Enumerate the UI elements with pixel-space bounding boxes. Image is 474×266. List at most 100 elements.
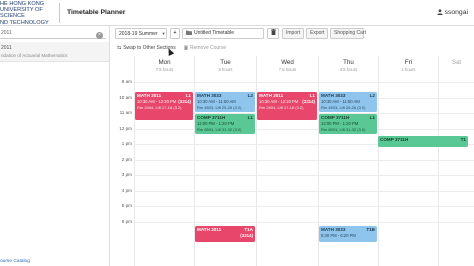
logo-line: UNIVERSITY OF SCIENCE xyxy=(0,7,43,20)
event-room: Rm 2404, Lift 17-18 (3.2) xyxy=(259,104,304,110)
day-name: Thu xyxy=(343,59,354,66)
chevron-down-icon: ▼ xyxy=(161,31,166,36)
weekly-calendar: 9 am 10 am 11 am 12 pm 1 pm 2 pm 3 pm 4 pm 5 pm 6… xyxy=(110,56,474,266)
event-course-code: COMP 3711H xyxy=(321,115,350,120)
time-axis: 9 am 10 am 11 am 12 pm 1 pm 2 pm 3 pm 4 pm 5 pm 6… xyxy=(110,78,134,266)
event-section: T1 xyxy=(460,137,466,142)
day-header-tue: Tue 5 hours xyxy=(194,56,256,78)
day-header-fri: Fri 1 hours xyxy=(378,56,438,78)
event-room: Rm 4503, Lift 25-26 (3.0) xyxy=(321,104,366,110)
add-timetable-button[interactable]: + xyxy=(170,28,180,39)
university-logo[interactable]: HE HONG KONG UNIVERSITY OF SCIENCE ND TE… xyxy=(0,1,58,26)
event-course-code: MATH 2011 xyxy=(197,227,222,232)
export-button[interactable]: Export xyxy=(306,28,328,39)
term-value: 2018-19 Summer xyxy=(119,31,158,37)
course-event-block[interactable]: MATH 3033 L2 10:30 AM - 11:50 AM Rm 4503, L… xyxy=(319,92,377,112)
event-course-code: MATH 2011 xyxy=(137,93,162,98)
day-hours: 7.5 hours xyxy=(155,67,174,72)
search-value: 2011 xyxy=(1,30,12,36)
time-label: 9 am xyxy=(121,79,132,84)
day-name: Sat xyxy=(451,59,462,66)
day-hours: 1 hours xyxy=(401,67,416,72)
trash-icon xyxy=(184,45,188,53)
event-course-code: COMP 3711H xyxy=(197,115,226,120)
header-divider xyxy=(59,3,60,23)
day-name: Tue xyxy=(220,59,231,66)
day-column-divider xyxy=(438,56,439,266)
event-time: 5:30 PM - 6:20 PM xyxy=(321,233,356,238)
day-header-thu: Thu 4.5 hours xyxy=(318,56,378,78)
course-event-block[interactable]: MATH 3033 L2 10:30 AM - 11:50 AM Rm 4503, L… xyxy=(195,92,255,112)
term-select[interactable]: 2018-19 Summer ▼ xyxy=(115,28,167,39)
user-icon xyxy=(436,9,443,15)
event-room: Rm 4503, Lift 25-26 (3.0) xyxy=(197,104,242,110)
time-label: 6 pm xyxy=(121,218,132,224)
event-course-code: MATH 3033 xyxy=(321,93,346,98)
course-name: ndation of Actuarial Mathematics xyxy=(1,53,68,58)
event-room: Rm 6591, Lift 31-32 (3.0) xyxy=(197,126,242,132)
day-name: Wed xyxy=(281,59,294,66)
course-catalog-link[interactable]: ourse Catalog xyxy=(0,258,30,266)
course-sidebar: 2011 × 2011 ndation of Actuarial Mathema… xyxy=(0,26,110,266)
course-event-block[interactable]: COMP 3711H L1 12:00 PM - 1:20 PM Rm 6591, L… xyxy=(319,114,377,134)
timetable-select[interactable]: Untitled Timetable xyxy=(182,28,264,39)
event-course-code: COMP 3711H xyxy=(380,137,409,142)
day-header-wed: Wed 7.5 hours xyxy=(256,56,318,78)
course-action-bar: ⇆ Swap to Other Sections Remove Course xyxy=(110,42,474,54)
time-label: 10 am xyxy=(119,94,132,100)
day-hours: 5 hours xyxy=(218,67,233,72)
day-name: Fri xyxy=(404,59,413,66)
close-icon[interactable]: × xyxy=(96,32,103,39)
course-event-block[interactable]: COMP 3711H T1 xyxy=(378,136,468,147)
swap-icon: ⇆ xyxy=(117,45,122,51)
day-hours: 4.5 hours xyxy=(339,67,358,72)
app-title[interactable]: Timetable Planner xyxy=(67,9,125,16)
time-label: 2 pm xyxy=(121,156,132,162)
hour-gridline xyxy=(134,206,474,207)
delete-timetable-button[interactable] xyxy=(267,28,279,39)
event-room: Rm 6591, Lift 31-32 (3.0) xyxy=(321,126,366,132)
course-search-input[interactable]: 2011 × xyxy=(0,29,106,39)
time-label: 4 pm xyxy=(121,187,132,193)
course-event-block[interactable]: MATH 2011 L1 (3314) 10:30 AM - 12:20 PM Rm 2… xyxy=(257,92,317,120)
course-event-block[interactable]: MATH 2011 L1 (3314) 10:30 AM - 12:20 PM Rm 2… xyxy=(135,92,193,120)
hour-gridline xyxy=(134,128,474,130)
timetable-name: Untitled Timetable xyxy=(194,30,235,36)
hour-gridline xyxy=(134,159,474,161)
remove-course-button[interactable]: Remove Course xyxy=(184,44,226,53)
user-name: ssongai xyxy=(444,9,468,16)
event-room: Rm 2404, Lift 17-18 (3.2) xyxy=(137,104,182,110)
day-column-divider xyxy=(134,56,135,266)
time-label: 5 pm xyxy=(121,203,132,208)
time-label: 11 am xyxy=(119,110,132,115)
timetable-toolbar: 2018-19 Summer ▼ + Untitled Timetable Imp… xyxy=(110,26,474,41)
course-result-item[interactable]: 2011 ndation of Actuarial Mathematics xyxy=(0,42,109,62)
course-event-block[interactable]: MATH 2011 T1A (3314) xyxy=(195,226,255,242)
day-header-mon: Mon 7.5 hours xyxy=(134,56,194,78)
course-event-block[interactable]: COMP 3711H L1 12:00 PM - 1:20 PM Rm 6591, L… xyxy=(195,114,255,134)
event-course-code: MATH 3033 xyxy=(197,93,222,98)
course-event-block[interactable]: MATH 3033 T1B 5:30 PM - 6:20 PM xyxy=(319,226,377,242)
hour-gridline xyxy=(134,221,474,223)
course-code: 2011 xyxy=(1,45,12,51)
day-name: Mon xyxy=(158,59,171,66)
import-button[interactable]: Import xyxy=(282,28,304,39)
user-menu[interactable]: ssongai xyxy=(436,9,468,16)
shopping-cart-button[interactable]: Shopping Cart xyxy=(330,28,366,39)
hour-gridline xyxy=(134,175,474,176)
trash-icon xyxy=(270,29,276,39)
event-course-code: MATH 3033 xyxy=(321,227,346,232)
event-course-code: MATH 2011 xyxy=(259,93,284,98)
remove-label: Remove Course xyxy=(190,45,227,51)
hour-gridline xyxy=(134,190,474,192)
hour-gridline xyxy=(134,82,474,83)
day-hours: 7.5 hours xyxy=(278,67,297,72)
day-column-divider xyxy=(378,56,379,266)
time-label: 1 pm xyxy=(121,141,132,146)
day-header-sat: Sat xyxy=(438,56,474,78)
app-header: HE HONG KONG UNIVERSITY OF SCIENCE ND TE… xyxy=(0,0,474,26)
folder-icon xyxy=(186,30,192,39)
day-column-divider xyxy=(256,56,257,266)
logo-line: ND TECHNOLOGY xyxy=(0,19,49,26)
time-label: 12 pm xyxy=(119,125,132,131)
